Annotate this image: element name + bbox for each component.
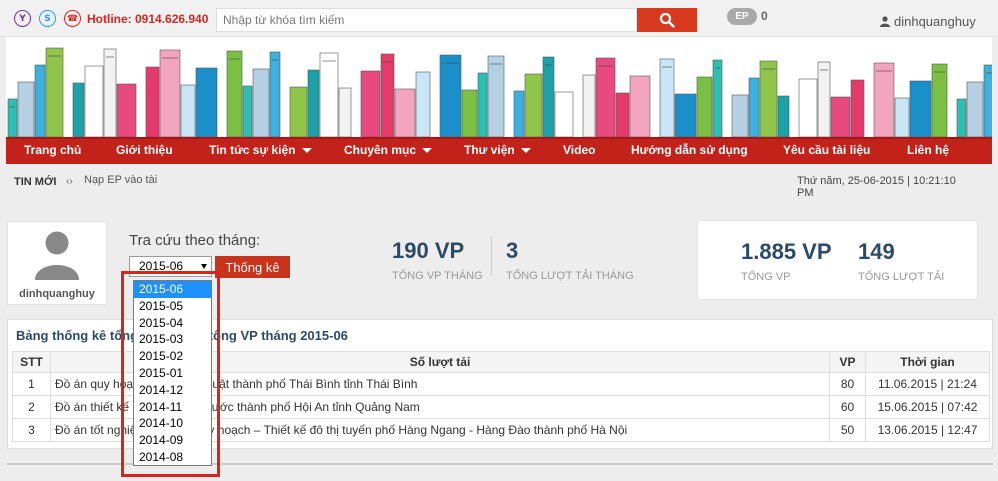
nav-categories[interactable]: Chuyên mục bbox=[344, 143, 433, 157]
monthly-downloads-value: 3 bbox=[506, 238, 519, 263]
row-vp: 80 bbox=[829, 372, 866, 396]
search-input[interactable] bbox=[216, 8, 637, 32]
profile-name: dinhquanghuy bbox=[19, 288, 95, 300]
dropdown-highlight-frame bbox=[121, 271, 220, 477]
news-ticker-link[interactable]: Nạp EP vào tài khoản bbox=[84, 174, 164, 186]
monthly-downloads-label: TỔNG LƯỢT TẢI THÁNG bbox=[506, 270, 634, 282]
ep-count: 0 bbox=[761, 9, 768, 23]
row-stt: 1 bbox=[12, 372, 51, 396]
nav-video[interactable]: Video bbox=[563, 143, 595, 157]
monthly-vp-label: TỔNG VP THÁNG bbox=[392, 270, 483, 282]
bookshelf-illustration bbox=[7, 47, 992, 137]
user-menu[interactable]: dinhquanghuy bbox=[880, 14, 976, 29]
nav-contact[interactable]: Liên hệ bbox=[907, 143, 949, 157]
profile-card: dinhquanghuy bbox=[7, 221, 107, 305]
row-vp: 60 bbox=[829, 395, 866, 419]
hotline-text: Hotline: 0914.626.940 bbox=[87, 12, 209, 26]
row-vp: 50 bbox=[829, 418, 866, 442]
chevron-down-icon bbox=[422, 148, 433, 153]
top-bar: Y S ☎ Hotline: 0914.626.940 EP 0 dinhqua… bbox=[0, 0, 998, 37]
col-vp: VP bbox=[829, 351, 866, 373]
nav-home[interactable]: Trang chủ bbox=[24, 143, 81, 157]
main-nav: Trang chủ Giới thiệu Tin tức sự kiện Chu… bbox=[6, 137, 992, 164]
username: dinhquanghuy bbox=[894, 14, 976, 29]
ep-badge: EP bbox=[727, 8, 757, 25]
nav-news[interactable]: Tin tức sự kiện bbox=[209, 143, 312, 157]
nav-about[interactable]: Giới thiệu bbox=[116, 143, 173, 157]
ticker-arrows-icon[interactable]: ‹› bbox=[66, 176, 73, 187]
search-button[interactable] bbox=[637, 8, 697, 32]
chevron-down-icon bbox=[201, 264, 207, 269]
nav-guide[interactable]: Hướng dẫn sử dụng bbox=[631, 143, 748, 157]
news-ticker-label: TIN MỚI bbox=[14, 176, 57, 188]
row-time: 15.06.2015 | 07:42 bbox=[865, 395, 990, 419]
skype-icon[interactable]: S bbox=[39, 10, 56, 27]
chevron-down-icon bbox=[520, 148, 531, 153]
stats-divider bbox=[491, 236, 492, 276]
row-time: 13.06.2015 | 12:47 bbox=[865, 418, 990, 442]
avatar bbox=[35, 231, 79, 280]
col-stt: STT bbox=[12, 351, 51, 373]
current-datetime: Thứ năm, 25-06-2015 | 10:21:10 PM bbox=[797, 175, 956, 199]
phone-icon[interactable]: ☎ bbox=[64, 10, 81, 27]
total-downloads-label: TỔNG LƯỢT TẢI bbox=[858, 271, 945, 283]
nav-request[interactable]: Yêu cầu tài liệu bbox=[783, 143, 870, 157]
search-icon bbox=[659, 12, 675, 28]
chevron-down-icon bbox=[301, 148, 312, 153]
user-icon bbox=[880, 16, 890, 27]
banner-bookshelf bbox=[6, 37, 992, 137]
total-vp-label: TỔNG VP bbox=[741, 271, 791, 283]
yahoo-icon[interactable]: Y bbox=[14, 10, 31, 27]
statistics-button[interactable]: Thống kê bbox=[215, 256, 290, 278]
row-stt: 2 bbox=[12, 395, 51, 419]
total-vp-value: 1.885 VP bbox=[741, 239, 832, 264]
col-time: Thời gian bbox=[865, 351, 990, 373]
row-stt: 3 bbox=[12, 418, 51, 442]
row-time: 11.06.2015 | 21:24 bbox=[865, 372, 990, 396]
totals-card: 1.885 VP TỔNG VP 149 TỔNG LƯỢT TẢI bbox=[697, 220, 978, 300]
monthly-vp-value: 190 VP bbox=[392, 238, 465, 263]
total-downloads-value: 149 bbox=[858, 239, 895, 264]
nav-library[interactable]: Thư viện bbox=[464, 143, 531, 157]
month-lookup-label: Tra cứu theo tháng: bbox=[129, 232, 261, 249]
